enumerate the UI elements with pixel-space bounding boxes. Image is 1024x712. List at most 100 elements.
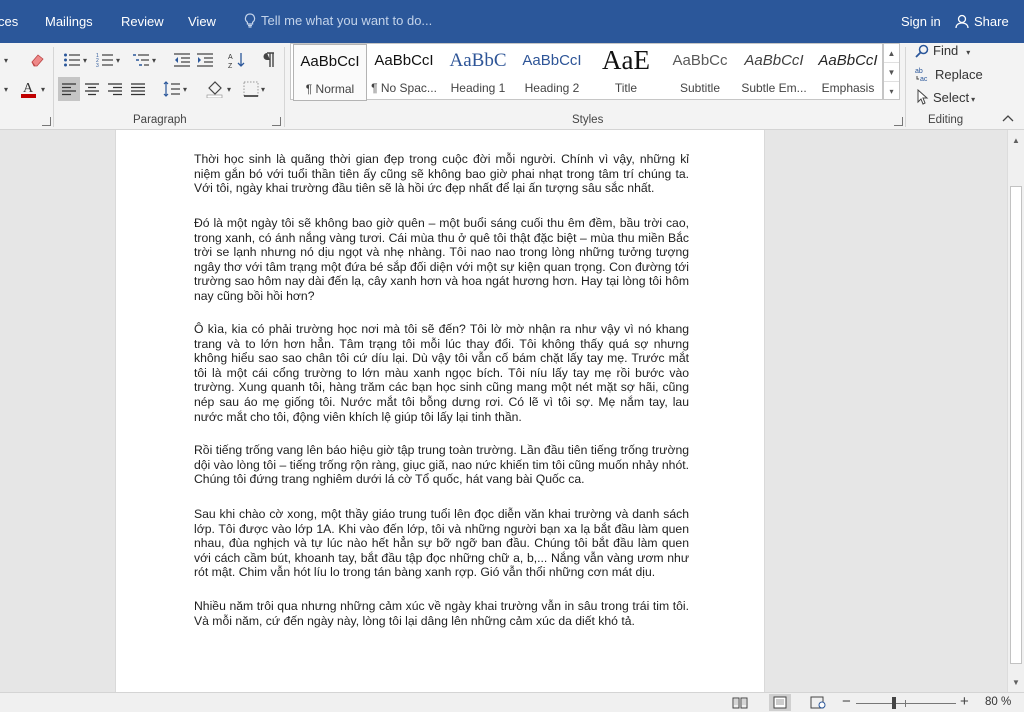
paragraph[interactable]: Thời học sinh là quãng thời gian đẹp tro… [194,152,689,196]
scroll-thumb[interactable] [1010,186,1022,664]
status-bar: − + 80 % [0,692,1024,712]
font-size-dropdown[interactable]: ▾ [0,48,10,72]
chevron-up-icon [1002,115,1014,122]
find-button[interactable]: Find ▾ [915,43,970,58]
book-icon [732,697,748,709]
zoom-slider-mid-mark [905,700,906,707]
paragraph-dialog-launcher[interactable] [272,117,281,126]
zoom-slider-thumb[interactable] [892,697,896,709]
ribbon: ▾ ▾ A ▾ ▾ 1 2 3 ▾ ▾ AZ ▾ ▾ ▾ Paragraph A… [0,43,1024,130]
print-layout-button[interactable] [769,694,791,711]
paragraph[interactable]: Nhiều năm trôi qua nhưng những cảm xúc v… [194,599,689,628]
tab-mailings[interactable]: Mailings [45,14,93,29]
share-label: Share [974,14,1009,29]
read-mode-button[interactable] [729,694,751,711]
svg-text:ac: ac [920,76,928,82]
tell-me-placeholder: Tell me what you want to do... [261,13,433,28]
style-name: Heading 1 [450,81,506,95]
tab-review[interactable]: Review [121,14,164,29]
increase-indent-button[interactable] [194,48,216,72]
zoom-level[interactable]: 80 % [985,696,1011,708]
style-heading-1[interactable]: AaBbC Heading 1 [441,44,515,101]
eraser-icon [31,54,44,67]
svg-text:3: 3 [96,63,99,68]
select-button[interactable]: Select ▾ [915,88,975,105]
style-emphasis[interactable]: AaBbCcI Emphasis [811,44,885,101]
decrease-indent-button[interactable] [171,48,193,72]
scroll-up-arrow[interactable]: ▲ [1008,132,1024,148]
style-subtitle[interactable]: AaBbCc Subtitle [663,44,737,101]
sort-button[interactable]: AZ [226,48,248,72]
font-color-icon: A [20,81,36,98]
style-sample: AaBbCcI [300,53,360,70]
replace-icon: abac [915,68,928,83]
show-formatting-button[interactable] [257,48,279,72]
share-button[interactable]: Share [955,14,1009,29]
collapse-ribbon-button[interactable] [998,110,1018,126]
search-icon [915,44,929,58]
bullet-list-icon [63,53,80,67]
page-icon [773,696,787,709]
paint-bucket-icon [206,81,223,98]
style-name: Title [614,81,638,95]
style-normal[interactable]: AaBbCcI ¶ Normal [293,44,367,101]
svg-text:A: A [228,54,233,61]
document-page[interactable]: Thời học sinh là quãng thời gian đẹp tro… [115,130,765,692]
align-left-button[interactable] [58,77,80,101]
svg-text:A: A [23,81,34,96]
multilevel-list-button[interactable]: ▾ [128,48,160,72]
editing-group-label: Editing [928,114,964,126]
styles-gallery: AaBbCcI ¶ Normal AaBbCcI ¶ No Spac... AaBb… [290,43,885,101]
select-label: Select [933,90,970,105]
align-right-button[interactable] [104,77,126,101]
sort-icon: AZ [228,53,245,69]
justify-button[interactable] [127,77,149,101]
zoom-out-button[interactable]: − [842,693,851,710]
shading-button[interactable]: ▾ [201,77,235,101]
web-layout-button[interactable] [807,694,829,711]
style-sample: AaBbC [449,50,507,71]
style-heading-2[interactable]: AaBbCcI Heading 2 [515,44,589,101]
highlight-dropdown[interactable]: ▾ [0,77,10,101]
sign-in-link[interactable]: Sign in [901,14,941,29]
align-center-button[interactable] [81,77,103,101]
scroll-down-arrow[interactable]: ▼ [1008,674,1024,690]
tab-references[interactable]: ces [0,14,18,29]
style-no-spacing[interactable]: AaBbCcI ¶ No Spac... [367,44,441,101]
align-left-icon [62,83,76,96]
ribbon-tab-bar: ces Mailings Review View Tell me what yo… [0,0,1024,43]
style-title[interactable]: AaE Title [589,44,663,101]
gallery-scroll-down[interactable]: ▼ [884,63,899,82]
tab-view[interactable]: View [188,14,216,29]
paragraph[interactable]: Sau khi chào cờ xong, một thầy giáo trun… [194,507,689,580]
gallery-scroll-up[interactable]: ▲ [884,44,899,63]
font-color-button[interactable]: A ▾ [15,77,49,101]
zoom-slider-track[interactable] [856,703,956,704]
bullets-button[interactable]: ▾ [60,48,90,72]
clear-formatting-button[interactable] [27,48,49,72]
paragraph[interactable]: Đó là một ngày tôi sẽ không bao giờ quên… [194,216,689,304]
numbering-button[interactable]: 1 2 3 ▾ [93,48,123,72]
replace-button[interactable]: ab ac Replace [915,66,983,83]
paragraph[interactable]: Rồi tiếng trống vang lên báo hiệu giờ tậ… [194,443,689,487]
style-subtle-emphasis[interactable]: AaBbCcI Subtle Em... [737,44,811,101]
borders-button[interactable]: ▾ [238,77,270,101]
style-name: ¶ No Spac... [371,81,437,95]
line-spacing-button[interactable]: ▾ [160,77,190,101]
paragraph[interactable]: Ô kìa, kia có phải trường học nơi mà tôi… [194,322,689,424]
style-name: Subtitle [679,81,721,95]
font-dialog-launcher[interactable] [42,117,51,126]
decrease-indent-icon [174,53,190,67]
cursor-icon [917,88,929,105]
style-sample: AaBbCcI [818,52,878,69]
styles-dialog-launcher[interactable] [894,117,903,126]
style-sample: AaBbCcI [522,52,582,69]
style-name: Heading 2 [524,81,580,95]
document-area: Thời học sinh là quãng thời gian đẹp tro… [0,130,1007,692]
web-page-icon [810,696,826,709]
tell-me-box[interactable]: Tell me what you want to do... [244,13,432,28]
vertical-scrollbar[interactable]: ▲ ▼ [1007,130,1024,692]
gallery-more-button[interactable]: ▾ [884,82,899,101]
style-sample: AaBbCc [672,52,728,69]
zoom-in-button[interactable]: + [960,693,969,710]
